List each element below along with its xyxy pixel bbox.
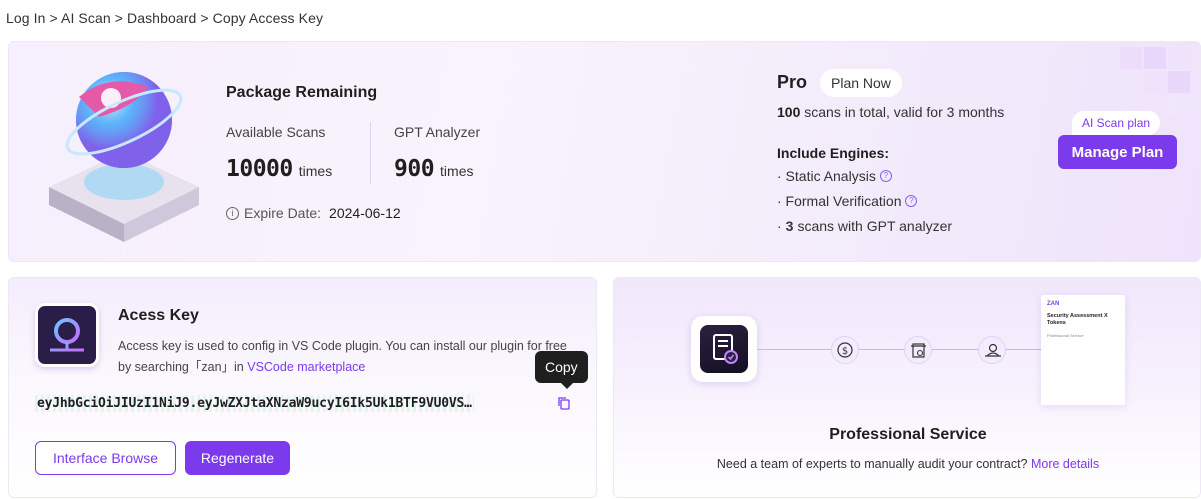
engine-static-analysis: · Static Analysis ? [777,168,892,184]
engine-gpt-prefix: · [777,218,782,234]
svg-text:$: $ [842,346,848,357]
engine-gpt-scans: · 3 scans with GPT analyzer [777,218,952,234]
access-key-title: Acess Key [118,307,199,324]
more-details-link[interactable]: More details [1031,457,1099,471]
scans-total: 100 scans in total, valid for 3 months [777,104,1004,120]
regenerate-button[interactable]: Regenerate [185,441,290,475]
document-search-icon [904,336,932,364]
expire-label: Expire Date: [244,205,322,221]
interface-browse-button[interactable]: Interface Browse [35,441,176,475]
manage-plan-button[interactable]: Manage Plan [1058,135,1177,169]
available-scans-unit: times [298,163,333,179]
breadcrumb: Log In > AI Scan > Dashboard > Copy Acce… [6,10,324,26]
copy-tooltip: Copy [535,351,588,389]
available-scans-label: Available Scans [226,124,326,140]
expire-date-value: 2024-06-12 [329,205,401,221]
scans-total-text: scans in total, valid for 3 months [804,104,1005,120]
scans-total-number: 100 [777,104,801,120]
gpt-analyzer-unit: times [440,163,474,179]
grid-decoration [1120,47,1190,117]
stat-divider [370,122,371,184]
gpt-analyzer-label: GPT Analyzer [394,124,481,140]
access-key-value: eyJhbGciOiJIUzI1NiJ9.eyJwZXJtaXNzaW9ucyI… [35,395,474,412]
engine-formal-verification: · Formal Verification ? [777,193,918,209]
package-card: Package Remaining Available Scans GPT An… [8,41,1201,262]
gpt-analyzer-number: 900 [394,156,435,182]
engine-formal-label: · Formal Verification [777,193,902,209]
access-key-description: Access key is used to config in VS Code … [118,336,578,378]
gpt-analyzer-value: 900 times [394,156,474,182]
package-illustration [49,72,199,242]
engine-static-label: · Static Analysis [777,168,876,184]
key-icon [50,318,84,352]
ai-scan-plan-tag: AI Scan plan [1072,111,1161,135]
info-icon: i [226,206,239,220]
report-subtitle: Professional Service [1047,333,1084,338]
engines-title: Include Engines: [777,145,890,161]
dollar-icon: $ [831,336,859,364]
access-key-logo [35,303,99,367]
report-preview: ZAN Security Assessment X Tokens Profess… [1041,295,1125,405]
report-icon [713,334,738,364]
service-description: Need a team of experts to manually audit… [614,457,1200,471]
plan-name: Pro [777,72,808,92]
help-icon[interactable]: ? [879,170,892,182]
user-sign-icon [978,336,1006,364]
expire-date: i Expire Date: 2024-06-12 [226,205,401,221]
report-title: Security Assessment X Tokens [1047,313,1108,326]
service-title: Professional Service [829,426,987,443]
report-brand: ZAN [1047,301,1060,307]
available-scans-value: 10000 times [226,156,332,182]
engine-gpt-label: scans with GPT analyzer [797,218,953,234]
available-scans-number: 10000 [226,156,293,182]
vscode-marketplace-link[interactable]: VSCode marketplace [247,360,365,374]
help-icon[interactable]: ? [905,195,918,207]
professional-service-card: $ ZAN Security Assessment X Tokens Profe… [613,277,1201,498]
package-title: Package Remaining [226,84,378,101]
copy-icon[interactable] [557,396,571,410]
access-key-card: Acess Key Access key is used to config i… [8,277,597,498]
plan-now-button[interactable]: Plan Now [820,69,902,97]
service-desc-text: Need a team of experts to manually audit… [716,457,1028,471]
engine-gpt-number: 3 [785,218,794,234]
audit-report-icon [691,316,757,382]
